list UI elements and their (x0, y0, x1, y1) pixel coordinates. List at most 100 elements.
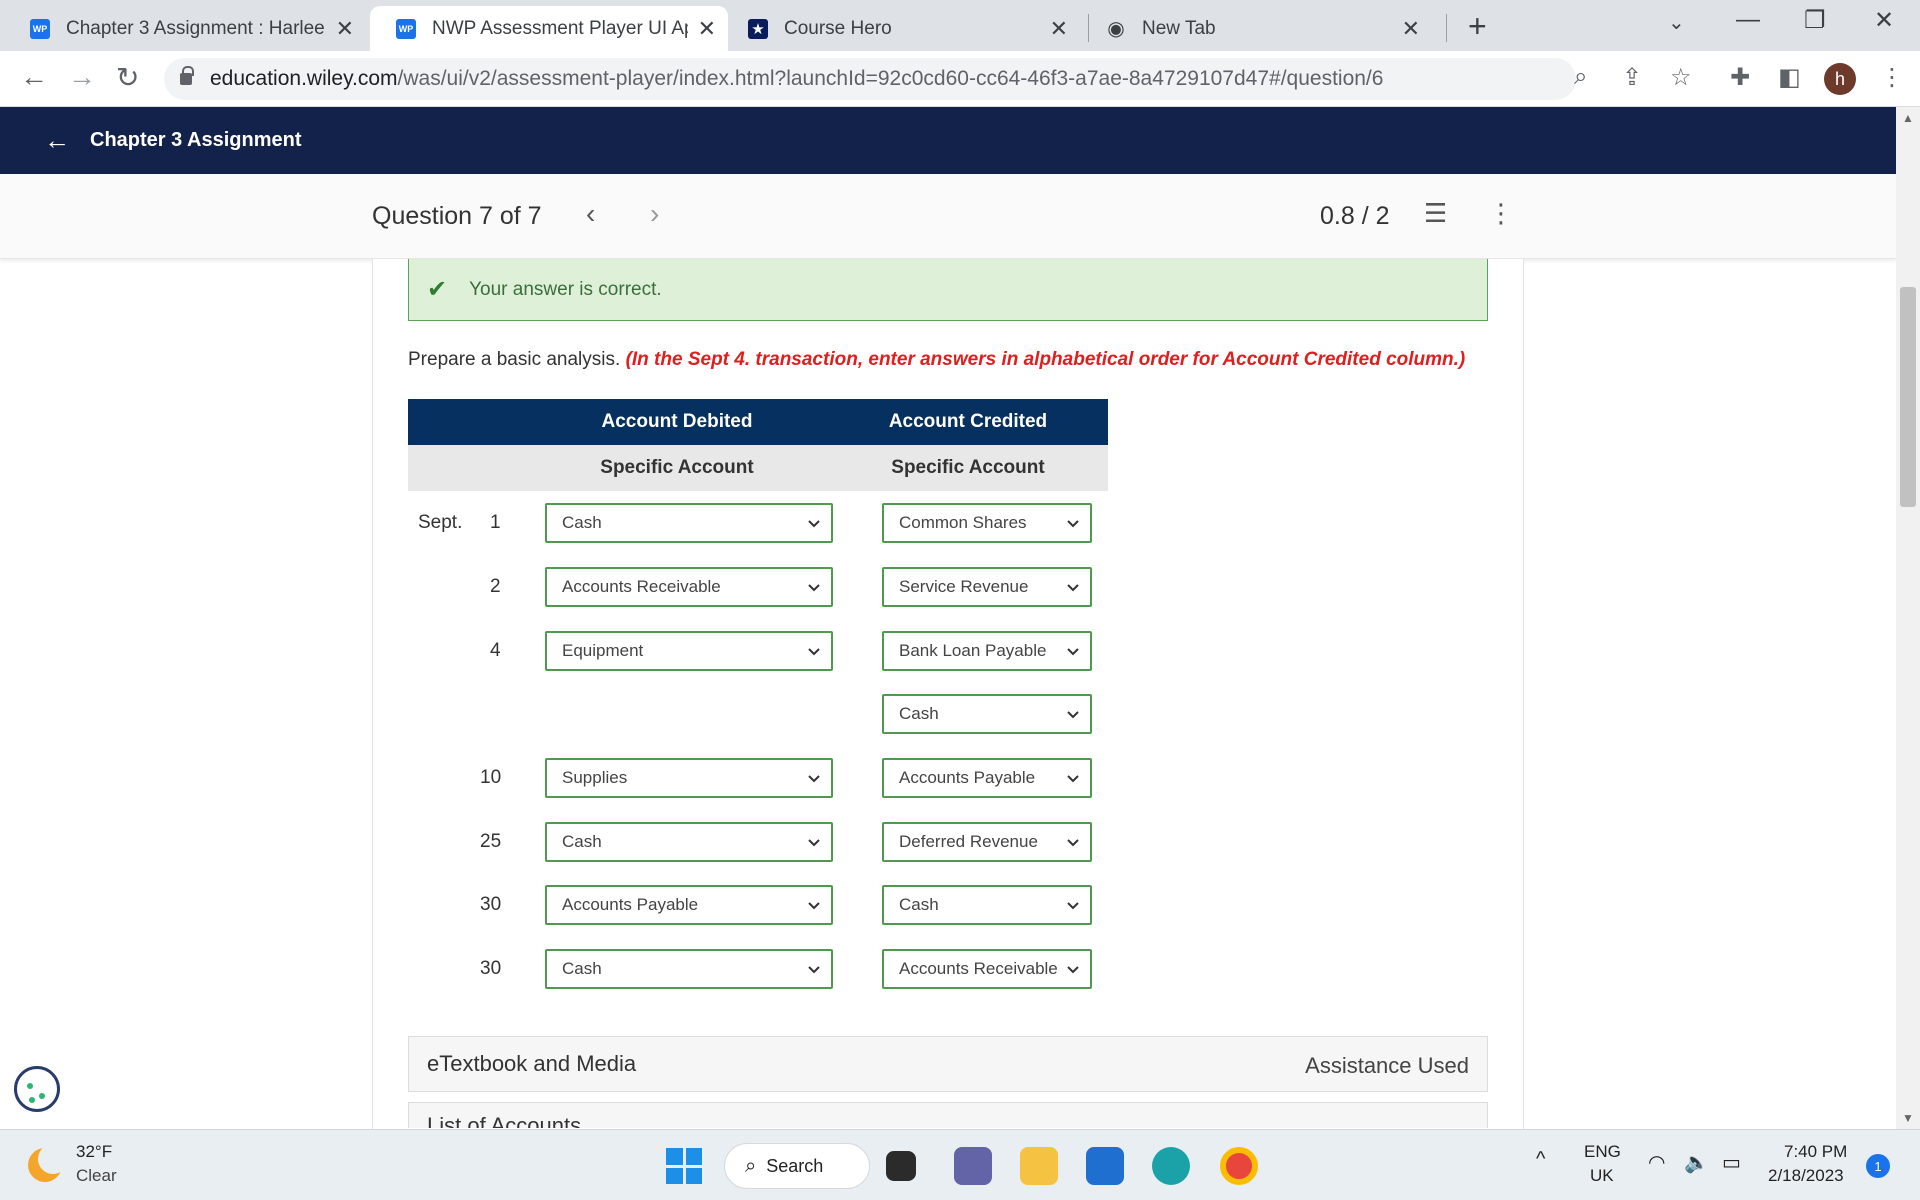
assistance-used-label: Assistance Used (1305, 1053, 1469, 1078)
previous-question-chevron-icon[interactable]: ‹ (586, 198, 595, 230)
back-arrow-icon[interactable]: ← (20, 61, 48, 93)
new-tab-button[interactable]: + (1468, 8, 1487, 45)
zoom-icon[interactable]: ⌕ (1574, 63, 1587, 91)
language-bottom[interactable]: UK (1590, 1166, 1614, 1186)
table-subheader-row: Specific Account Specific Account (408, 445, 1108, 491)
browser-tab-chapter3[interactable]: WP Chapter 3 Assignment : Harleen K ✕ (4, 6, 366, 51)
scroll-down-icon[interactable]: ▼ (1902, 1111, 1914, 1125)
battery-icon[interactable]: ▭ (1722, 1150, 1741, 1175)
tab-title: Chapter 3 Assignment : Harleen K (66, 17, 326, 39)
subheader-debited-specific: Specific Account (600, 457, 754, 478)
wifi-icon[interactable]: ◠ (1648, 1150, 1665, 1175)
minimize-icon[interactable]: — (1736, 6, 1760, 34)
share-icon[interactable]: ⇪ (1622, 63, 1642, 92)
chrome-icon: ◉ (1107, 18, 1125, 40)
task-view-icon[interactable] (886, 1151, 916, 1181)
credit-account-select[interactable]: Bank Loan Payable (882, 631, 1092, 671)
credit-account-select[interactable]: Cash (882, 885, 1092, 925)
restore-icon[interactable]: ❐ (1804, 6, 1826, 35)
taskbar-search-button[interactable]: ⌕ Search (724, 1143, 870, 1189)
browser-tab-newtab[interactable]: ◉ New Tab ✕ (1080, 6, 1432, 51)
chevron-down-icon (1067, 648, 1079, 656)
credit-account-select[interactable]: Cash (882, 694, 1092, 734)
selected-value: Deferred Revenue (899, 832, 1038, 851)
tab-title: Course Hero (784, 17, 892, 39)
tab-search-icon[interactable]: ⌄ (1668, 10, 1685, 35)
selected-value: Cash (899, 704, 939, 723)
chrome-browser-icon[interactable] (1220, 1147, 1258, 1185)
scroll-up-icon[interactable]: ▲ (1902, 111, 1914, 125)
checkmark-icon: ✔ (427, 276, 448, 303)
search-icon: ⌕ (745, 1154, 757, 1177)
wp-icon: WP (30, 18, 50, 39)
windows-start-icon[interactable] (666, 1148, 702, 1184)
chevron-down-icon (1067, 711, 1079, 719)
day-label: 1 (490, 512, 501, 533)
credit-account-select[interactable]: Accounts Receivable (882, 949, 1092, 989)
close-icon[interactable]: ✕ (698, 16, 716, 42)
more-options-icon[interactable]: ⋮ (1488, 198, 1514, 229)
close-icon[interactable]: ✕ (1050, 16, 1068, 42)
back-arrow-icon[interactable]: ← (44, 125, 70, 156)
selected-value: Cash (562, 959, 602, 978)
clock-time[interactable]: 7:40 PM (1784, 1142, 1847, 1162)
forward-arrow-icon[interactable]: → (68, 61, 96, 93)
teams-chat-icon[interactable] (954, 1147, 992, 1185)
question-prompt: Prepare a basic analysis. (In the Sept 4… (408, 349, 1465, 371)
debit-account-select[interactable]: Supplies (545, 758, 833, 798)
edge-browser-icon[interactable] (1152, 1147, 1190, 1185)
selected-value: Bank Loan Payable (899, 641, 1047, 660)
profile-avatar[interactable]: h (1824, 63, 1856, 95)
tab-title: New Tab (1142, 17, 1216, 39)
question-list-icon[interactable]: ☰ (1424, 198, 1447, 229)
browser-toolbar: ← → ↻ education.wiley.com/was/ui/v2/asse… (0, 51, 1920, 107)
credit-account-select[interactable]: Accounts Payable (882, 758, 1092, 798)
credit-account-select[interactable]: Deferred Revenue (882, 822, 1092, 862)
notification-badge[interactable]: 1 (1866, 1154, 1890, 1178)
debit-account-select[interactable]: Cash (545, 822, 833, 862)
microsoft-store-icon[interactable] (1086, 1147, 1124, 1185)
day-label: 2 (490, 576, 501, 597)
tab-title: NWP Assessment Player UI Appli (432, 17, 688, 39)
chevron-down-icon (1067, 839, 1079, 847)
debit-account-select[interactable]: Accounts Payable (545, 885, 833, 925)
selected-value: Common Shares (899, 513, 1027, 532)
credit-account-select[interactable]: Service Revenue (882, 567, 1092, 607)
side-panel-icon[interactable]: ◧ (1778, 63, 1801, 92)
day-label: 4 (490, 640, 501, 661)
show-hidden-icons-chevron[interactable]: ^ (1536, 1148, 1545, 1171)
volume-icon[interactable]: 🔈 (1684, 1150, 1709, 1175)
debit-account-select[interactable]: Cash (545, 503, 833, 543)
address-bar[interactable]: education.wiley.com/was/ui/v2/assessment… (164, 58, 1576, 100)
browser-tab-nwp[interactable]: WP NWP Assessment Player UI Appli ✕ (370, 6, 728, 51)
selected-value: Cash (899, 895, 939, 914)
bookmark-star-icon[interactable]: ☆ (1670, 63, 1692, 92)
page-scrollbar[interactable]: ▲ ▼ (1896, 107, 1920, 1129)
chevron-down-icon (1067, 966, 1079, 974)
cookie-dot (39, 1093, 45, 1099)
credit-account-select[interactable]: Common Shares (882, 503, 1092, 543)
chevron-down-icon (1067, 520, 1079, 528)
browser-tab-coursehero[interactable]: ★ Course Hero ✕ (722, 6, 1080, 51)
wp-icon: WP (396, 18, 416, 39)
language-top[interactable]: ENG (1584, 1142, 1621, 1162)
close-icon[interactable]: ✕ (1402, 16, 1420, 42)
menu-dots-icon[interactable]: ⋮ (1880, 63, 1904, 92)
extensions-icon[interactable]: ✚ (1730, 63, 1750, 92)
debit-account-select[interactable]: Equipment (545, 631, 833, 671)
scrollbar-thumb[interactable] (1900, 287, 1916, 507)
etextbook-media-panel[interactable]: eTextbook and Media Assistance Used (408, 1036, 1488, 1092)
clock-date[interactable]: 2/18/2023 (1768, 1166, 1844, 1186)
close-window-icon[interactable]: ✕ (1874, 6, 1894, 35)
reload-icon[interactable]: ↻ (116, 61, 139, 94)
close-icon[interactable]: ✕ (336, 16, 354, 42)
list-of-accounts-panel[interactable]: List of Accounts (408, 1102, 1488, 1128)
day-label: 10 (480, 767, 502, 788)
cookie-settings-icon[interactable] (14, 1066, 60, 1112)
debit-account-select[interactable]: Accounts Receivable (545, 567, 833, 607)
file-explorer-icon[interactable] (1020, 1147, 1058, 1185)
month-label: Sept. (418, 512, 463, 533)
moon-weather-icon[interactable] (28, 1144, 68, 1182)
next-question-chevron-icon[interactable]: › (650, 198, 659, 230)
debit-account-select[interactable]: Cash (545, 949, 833, 989)
